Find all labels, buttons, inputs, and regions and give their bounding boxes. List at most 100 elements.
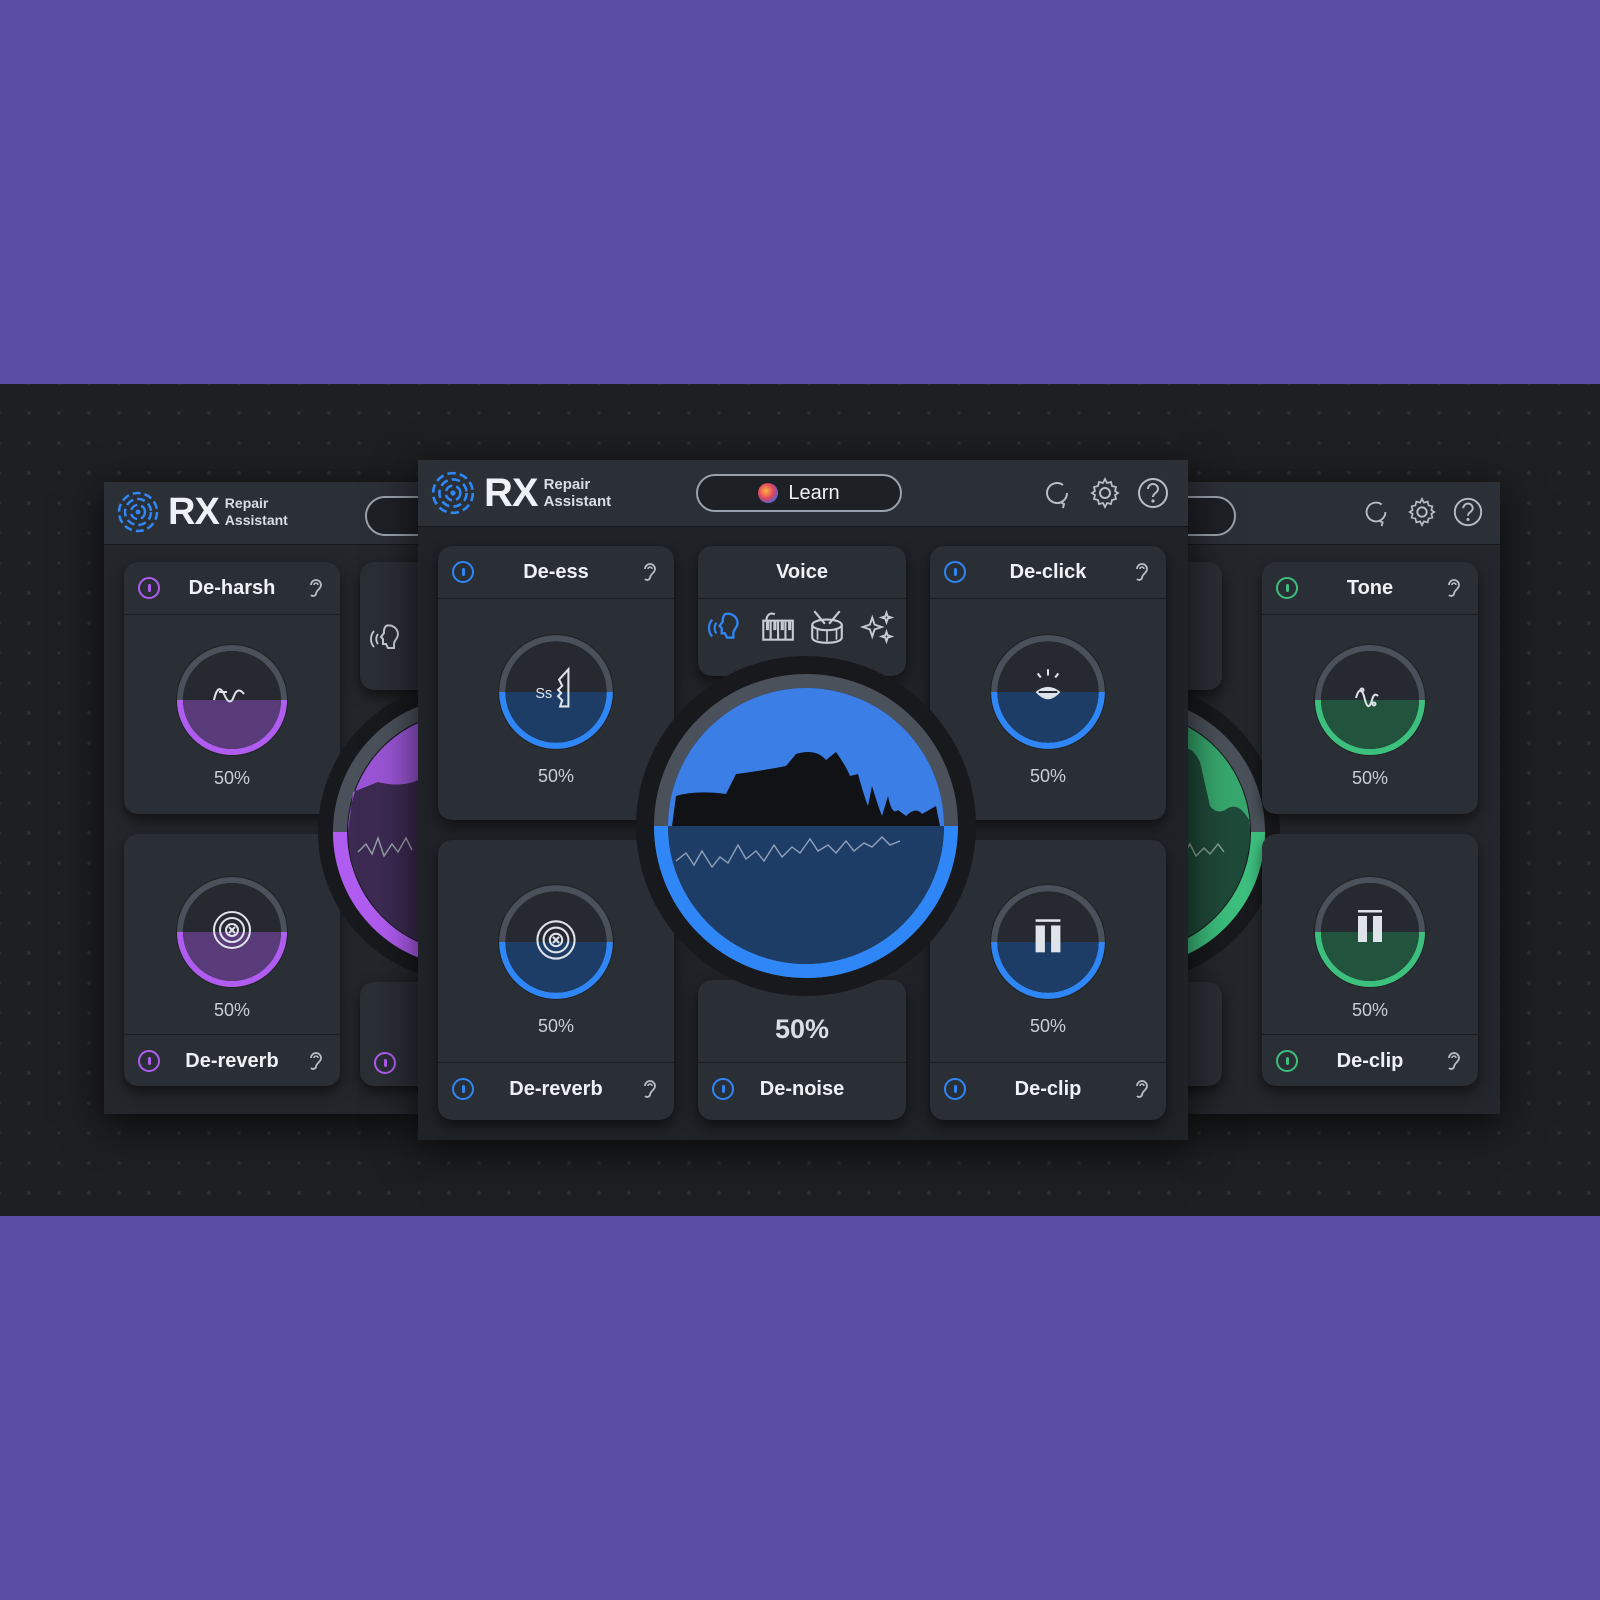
- power-toggle[interactable]: [1276, 1050, 1298, 1072]
- module-card-partial-de-noise: [360, 982, 424, 1086]
- amount-knob[interactable]: [986, 630, 1110, 754]
- module-card-tone: Tone 50%: [1262, 562, 1478, 814]
- power-toggle[interactable]: [452, 1078, 474, 1100]
- module-card-de-reverb: 50% De-reverb: [124, 834, 340, 1086]
- rx-wordmark: RX: [168, 490, 220, 533]
- module-title: De-ess: [523, 560, 589, 583]
- learn-button[interactable]: Learn: [696, 474, 902, 512]
- module-header: De-harsh: [124, 562, 340, 615]
- amount-value: 50%: [537, 1016, 575, 1036]
- ear-listen-icon[interactable]: [306, 1049, 326, 1073]
- help-icon[interactable]: [1136, 476, 1170, 510]
- module-card-de-clip: 50% De-clip: [1262, 834, 1478, 1086]
- power-toggle[interactable]: [374, 1052, 396, 1074]
- gear-icon[interactable]: [1088, 476, 1122, 510]
- piano-icon[interactable]: [758, 608, 796, 646]
- master-spectrum-meter[interactable]: [636, 656, 976, 996]
- gear-icon[interactable]: [1406, 496, 1438, 528]
- plugin-window-right: n Tone: [1180, 482, 1500, 1114]
- title-bar: [1180, 482, 1500, 545]
- module-footer: De-reverb: [124, 1034, 340, 1087]
- power-toggle[interactable]: [944, 561, 966, 583]
- amount-knob[interactable]: Ss: [494, 630, 618, 754]
- module-footer: De-noise: [698, 1062, 906, 1115]
- learn-orb-icon: [758, 483, 779, 503]
- help-icon[interactable]: [1452, 496, 1484, 528]
- module-card-de-harsh: De-harsh 50%: [124, 562, 340, 814]
- ear-listen-icon[interactable]: [640, 1077, 660, 1101]
- ear-listen-icon[interactable]: [1444, 1049, 1464, 1073]
- refresh-icon[interactable]: [1360, 496, 1392, 528]
- amount-knob[interactable]: [494, 880, 618, 1004]
- power-toggle[interactable]: [138, 1050, 160, 1072]
- product-name-line1: Repair: [543, 476, 591, 493]
- module-header: De-ess: [438, 546, 674, 599]
- learn-button-partial[interactable]: [1180, 496, 1236, 536]
- module-title: De-clip: [1014, 1077, 1082, 1100]
- module-card-partial-voice: [360, 562, 424, 690]
- module-footer: De-reverb: [438, 1062, 674, 1115]
- svg-text:Ss: Ss: [535, 686, 552, 702]
- amount-value: 50%: [1351, 768, 1389, 788]
- power-toggle[interactable]: [712, 1078, 734, 1100]
- module-header: Voice: [698, 546, 906, 599]
- power-toggle[interactable]: [452, 561, 474, 583]
- learn-button-partial[interactable]: [365, 496, 424, 536]
- module-title: De-noise: [759, 1077, 845, 1100]
- learn-label: Learn: [788, 481, 840, 504]
- product-name-line2: Assistant: [543, 493, 612, 510]
- ear-listen-icon[interactable]: [306, 576, 326, 600]
- logo: RX Repair Assistant: [430, 470, 611, 516]
- ear-listen-icon[interactable]: [1132, 1077, 1152, 1101]
- amount-knob[interactable]: [1310, 640, 1430, 760]
- amount-value: 50%: [213, 1000, 251, 1020]
- module-title: Tone: [1346, 576, 1394, 599]
- reverb-rings-icon: [536, 920, 576, 960]
- product-name-line2: Assistant: [224, 512, 288, 528]
- voice-icon[interactable]: [708, 608, 746, 646]
- module-header: De-click: [930, 546, 1166, 599]
- module-title: De-reverb: [509, 1077, 603, 1100]
- toolbar-icons: [1040, 476, 1170, 510]
- rx-logo-icon: [431, 471, 475, 515]
- power-toggle[interactable]: [944, 1078, 966, 1100]
- ear-listen-icon[interactable]: [1444, 576, 1464, 600]
- power-toggle[interactable]: [138, 577, 160, 599]
- voice-icon[interactable]: [370, 620, 406, 656]
- ear-listen-icon[interactable]: [640, 560, 660, 584]
- refresh-icon[interactable]: [1040, 476, 1074, 510]
- reverb-rings-icon: [213, 911, 251, 949]
- logo: RX Repair Assistant: [116, 490, 288, 534]
- module-title: De-reverb: [185, 1049, 279, 1072]
- amount-value: 50%: [1029, 1016, 1067, 1036]
- toolbar-icons: [1360, 496, 1484, 528]
- module-title: De-click: [1009, 560, 1087, 583]
- amount-value: 50%: [537, 766, 575, 786]
- module-title: De-clip: [1336, 1049, 1404, 1072]
- drum-icon[interactable]: [808, 608, 846, 646]
- amount-knob[interactable]: [1310, 872, 1430, 992]
- rx-wordmark: RX: [484, 470, 539, 515]
- module-footer: De-clip: [1262, 1034, 1478, 1087]
- module-title: Voice: [776, 560, 828, 583]
- plugin-window-center: RX Repair Assistant Learn De-ess Ss 50% …: [418, 460, 1188, 1140]
- amount-knob[interactable]: [172, 872, 292, 992]
- master-amount-value: 50%: [774, 1014, 830, 1044]
- rx-logo-icon: [117, 491, 159, 533]
- module-header: Tone: [1262, 562, 1478, 615]
- product-name-line1: Repair: [224, 495, 269, 511]
- showcase-band: RX Repair Assistant De-harsh 50% 50% De-…: [0, 384, 1600, 1216]
- amount-knob[interactable]: [986, 880, 1110, 1004]
- title-bar: RX Repair Assistant: [104, 482, 424, 545]
- module-footer: De-clip: [930, 1062, 1166, 1115]
- ear-listen-icon[interactable]: [1132, 560, 1152, 584]
- module-title: De-harsh: [188, 576, 276, 599]
- module-card-de-noise: 50% De-noise: [698, 980, 906, 1120]
- amount-value: 50%: [213, 768, 251, 788]
- amount-value: 50%: [1351, 1000, 1389, 1020]
- amount-knob[interactable]: [172, 640, 292, 760]
- amount-value: 50%: [1029, 766, 1067, 786]
- sparkle-icon[interactable]: [858, 608, 896, 646]
- power-toggle[interactable]: [1276, 577, 1298, 599]
- product-name: Repair Assistant: [225, 495, 288, 529]
